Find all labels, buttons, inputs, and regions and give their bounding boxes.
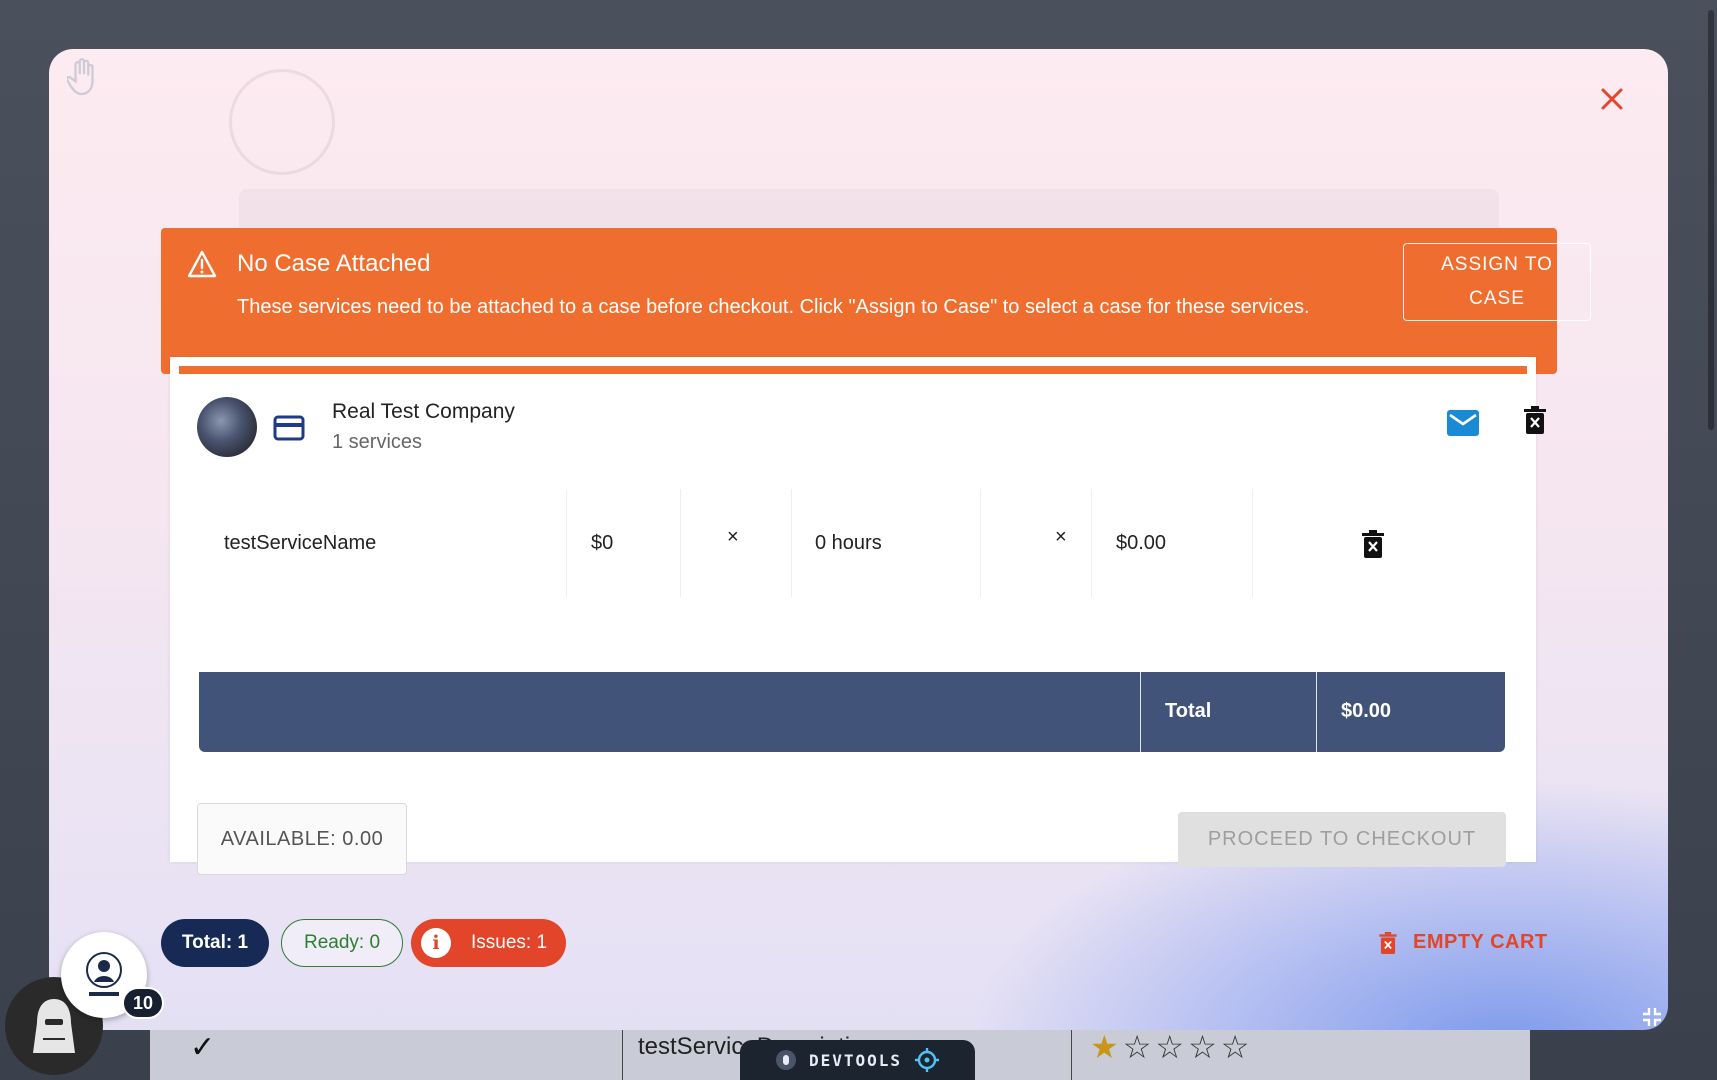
- page-scrollbar[interactable]: [1708, 10, 1714, 430]
- total-bar: Total $0.00: [199, 672, 1505, 752]
- service-count: 1 services: [332, 431, 423, 453]
- delete-service-icon[interactable]: [1362, 530, 1384, 558]
- collapse-icon[interactable]: [1641, 1006, 1663, 1028]
- laymans-logo-icon: [86, 952, 122, 996]
- column-divider: [1252, 489, 1253, 597]
- email-icon[interactable]: [1447, 410, 1479, 436]
- column-divider: [980, 489, 981, 597]
- service-hours: 0 hours: [815, 531, 882, 554]
- devtools-bar[interactable]: DEVTOOLS: [740, 1040, 975, 1080]
- background-rating-stars: ★☆☆☆☆: [1090, 1029, 1254, 1065]
- total-divider: [1316, 672, 1317, 752]
- notification-badge: 10: [122, 987, 164, 1019]
- cart-modal: No Case Attached These services need to …: [49, 49, 1668, 1030]
- background-available-check: ✓: [190, 1031, 216, 1064]
- empty-cart-label: Empty Cart: [1413, 931, 1548, 953]
- cart-card: Real Test Company 1 services testService…: [170, 357, 1546, 875]
- banner-title: No Case Attached: [237, 250, 431, 277]
- warning-icon: [187, 250, 217, 278]
- total-divider: [1140, 672, 1141, 752]
- hand-icon: [67, 58, 94, 96]
- issues-chip-label: Issues: 1: [471, 932, 548, 953]
- column-divider: [680, 489, 681, 597]
- column-divider: [566, 489, 567, 597]
- table-row: testServiceName $0 × 0 hours × $0.00: [199, 489, 1505, 597]
- column-divider: [791, 489, 792, 597]
- empty-cart-button[interactable]: Empty Cart: [1379, 931, 1548, 954]
- devtools-label: DEVTOOLS: [808, 1050, 903, 1070]
- total-value: $0.00: [1341, 700, 1392, 722]
- card-status-bar: [179, 366, 1527, 374]
- proceed-to-checkout-button[interactable]: Proceed to Checkout: [1178, 812, 1506, 867]
- service-rate: $0: [591, 531, 614, 554]
- avatar: [197, 397, 257, 457]
- service-subtotal: $0.00: [1116, 531, 1167, 554]
- multiply-icon: ×: [727, 525, 739, 548]
- assign-to-case-button[interactable]: Assign to Case: [1403, 243, 1591, 321]
- multiply-icon: ×: [1055, 525, 1067, 548]
- available-balance: AVAILABLE: 0.00: [197, 803, 407, 875]
- info-icon: i: [421, 928, 451, 958]
- ghost-logo: [229, 69, 335, 175]
- total-chip[interactable]: Total: 1: [161, 919, 269, 967]
- service-name: testServiceName: [224, 531, 377, 554]
- no-case-banner: No Case Attached These services need to …: [161, 228, 1591, 374]
- crosshair-icon[interactable]: [914, 1047, 940, 1073]
- delete-company-icon[interactable]: [1524, 406, 1546, 434]
- issues-chip[interactable]: i Issues: 1: [411, 919, 566, 967]
- banner-message: These services need to be attached to a …: [237, 296, 1310, 318]
- close-icon[interactable]: [1594, 81, 1630, 117]
- column-divider: [1091, 489, 1092, 597]
- company-name: Real Test Company: [332, 400, 515, 423]
- trash-icon: [1379, 931, 1397, 954]
- credit-card-icon: [273, 415, 305, 441]
- total-label: Total: [1165, 700, 1212, 722]
- ready-chip[interactable]: Ready: 0: [281, 919, 403, 967]
- shield-icon: [775, 1050, 796, 1070]
